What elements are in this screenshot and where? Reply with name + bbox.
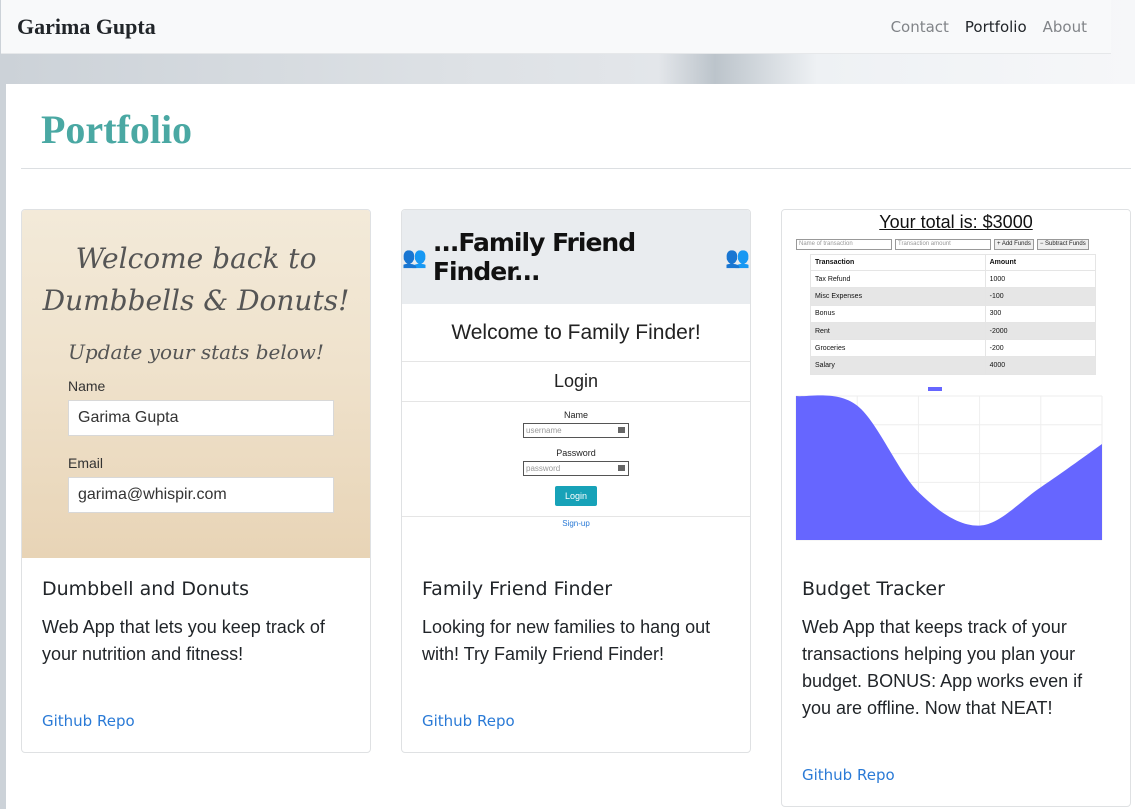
screenshot-label: Name [68,378,106,394]
github-repo-link[interactable]: Github Repo [802,766,895,784]
screenshot-field: username [523,423,629,438]
screenshot-area-chart [795,387,1103,541]
card-title: Budget Tracker [802,578,945,600]
table-cell: 300 [984,304,1097,323]
main-content: Portfolio Welcome back to Dumbbells & Do… [6,84,1135,809]
table-cell: Tax Refund [810,269,986,289]
project-card-budget-tracker: Your total is: $3000 Name of transaction… [781,209,1131,807]
screenshot-label: Name [563,410,588,420]
screenshot-field: Name of transaction [796,239,892,250]
table-header-row: Transaction Amount [810,254,1097,271]
table-row: Rent -2000 [810,321,1097,341]
project-screenshot: 👥 ...Family Friend Finder... 👥 Welcome t… [402,210,750,558]
card-title: Family Friend Finder [422,578,613,600]
screenshot-field: Transaction amount [895,239,991,250]
people-icon: 👥 [725,246,750,269]
screenshot-banner-text: ...Family Friend Finder... [432,228,636,286]
top-navbar: Garima Gupta Contact Portfolio About [1,0,1111,54]
screenshot-field: password [523,461,629,476]
nav-link-portfolio[interactable]: Portfolio [957,18,1035,36]
table-cell: Groceries [810,339,986,358]
card-text: Web App that keeps track of your transac… [802,617,1083,718]
github-repo-link[interactable]: Github Repo [422,712,515,730]
table-row: Tax Refund 1000 [810,269,1097,289]
card-text: Looking for new families to hang out wit… [422,617,711,664]
nav-link-contact[interactable]: Contact [883,18,957,36]
screenshot-login-form: Name username Password password Login Si… [402,402,750,528]
screenshot-subtract-button: − Subtract Funds [1036,239,1089,250]
screenshot-table: Transaction Amount Tax Refund 1000 Misc E… [810,254,1097,375]
people-icon: 👥 [402,246,427,269]
screenshot-field: garima@whispir.com [68,477,334,513]
screenshot-controls: Name of transaction Transaction amount +… [796,239,1130,250]
screenshot-banner: 👥 ...Family Friend Finder... 👥 [402,210,750,304]
table-row: Salary 4000 [810,356,1097,375]
table-cell: Salary [810,356,986,375]
table-cell: Rent [810,321,986,341]
table-row: Bonus 300 [810,304,1097,323]
table-cell: Bonus [810,304,986,323]
project-card-dumbbell: Welcome back to Dumbbells & Donuts! Upda… [21,209,371,753]
nav-link-about[interactable]: About [1035,18,1095,36]
github-repo-link[interactable]: Github Repo [42,712,135,730]
page-title: Portfolio [41,107,193,152]
card-body: Dumbbell and Donuts Web App that lets yo… [22,558,370,668]
screenshot-add-button: + Add Funds [994,239,1034,250]
project-screenshot: Your total is: $3000 Name of transaction… [782,210,1130,558]
card-body: Family Friend Finder Looking for new fam… [402,558,750,668]
nav-links: Contact Portfolio About [883,18,1095,36]
table-cell: -100 [984,287,1097,306]
card-body: Budget Tracker Web App that keeps track … [782,558,1130,722]
project-card-family-finder: 👥 ...Family Friend Finder... 👥 Welcome t… [401,209,751,753]
screenshot-heading: Welcome back to [75,242,317,275]
table-cell: -200 [984,339,1097,358]
screenshot-subheading: Update your stats below! [68,340,324,364]
table-row: Groceries -200 [810,339,1097,358]
table-header: Amount [984,254,1097,271]
table-cell: 4000 [984,356,1097,375]
table-row: Misc Expenses -100 [810,287,1097,306]
table-cell: Misc Expenses [810,287,986,306]
table-cell: -2000 [984,321,1097,341]
table-cell: 1000 [984,269,1097,289]
table-header: Transaction [810,254,986,271]
screenshot-label: Email [68,455,104,471]
card-text: Web App that lets you keep track of your… [42,617,325,664]
screenshot-total: Your total is: $3000 [879,212,1033,232]
screenshot-login-heading: Login [402,362,750,402]
screenshot-welcome: Welcome to Family Finder! [402,304,750,362]
project-screenshot: Welcome back to Dumbbells & Donuts! Upda… [22,210,370,558]
screenshot-signup-link: Sign-up [402,516,750,528]
title-divider [21,168,1131,169]
brand-name[interactable]: Garima Gupta [17,14,156,40]
chart-area-series [796,395,1102,540]
screenshot-heading: Dumbbells & Donuts! [42,284,350,317]
screenshot-login-button: Login [554,486,598,506]
screenshot-field: Garima Gupta [68,400,334,436]
screenshot-label: Password [556,448,596,458]
chart-legend-swatch [928,387,942,391]
card-title: Dumbbell and Donuts [42,578,250,600]
